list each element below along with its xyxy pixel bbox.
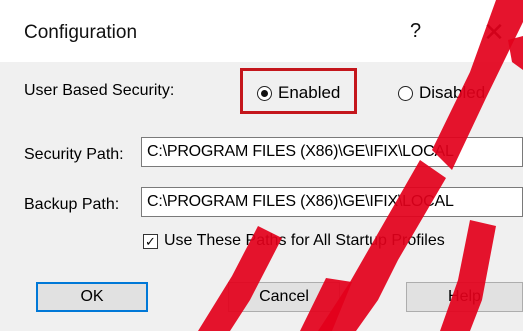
cancel-button[interactable]: Cancel — [228, 282, 340, 312]
backup-path-input[interactable]: C:\PROGRAM FILES (X86)\GE\IFIX\LOCAL — [141, 187, 523, 217]
radio-disabled-label: Disabled — [419, 83, 486, 102]
security-path-label: Security Path: — [24, 146, 124, 163]
radio-disabled-dot[interactable] — [398, 85, 413, 101]
security-path-input[interactable]: C:\PROGRAM FILES (X86)\GE\IFIX\LOCAL — [141, 137, 523, 167]
close-icon[interactable]: ✕ — [476, 14, 512, 50]
startup-profiles-label: Use These Paths for All Startup Profiles — [164, 232, 445, 249]
title-bar: Configuration ? ✕ — [0, 0, 523, 70]
startup-profiles-checkbox[interactable]: ✓ — [143, 233, 158, 249]
checkmark-icon: ✓ — [145, 233, 156, 249]
radio-enabled-label: Enabled — [278, 83, 341, 102]
startup-profiles-option[interactable]: ✓ Use These Paths for All Startup Profil… — [143, 232, 445, 250]
help-question-icon[interactable]: ? — [410, 20, 421, 43]
radio-enabled[interactable]: Enabled — [257, 83, 340, 103]
user-based-security-label: User Based Security: — [24, 82, 175, 99]
ok-button[interactable]: OK — [36, 282, 148, 312]
radio-disabled[interactable]: Disabled — [398, 83, 485, 103]
backup-path-label: Backup Path: — [24, 196, 120, 213]
radio-enabled-dot[interactable] — [257, 85, 272, 101]
help-button[interactable]: Help — [406, 282, 523, 312]
window-title: Configuration — [24, 22, 138, 43]
